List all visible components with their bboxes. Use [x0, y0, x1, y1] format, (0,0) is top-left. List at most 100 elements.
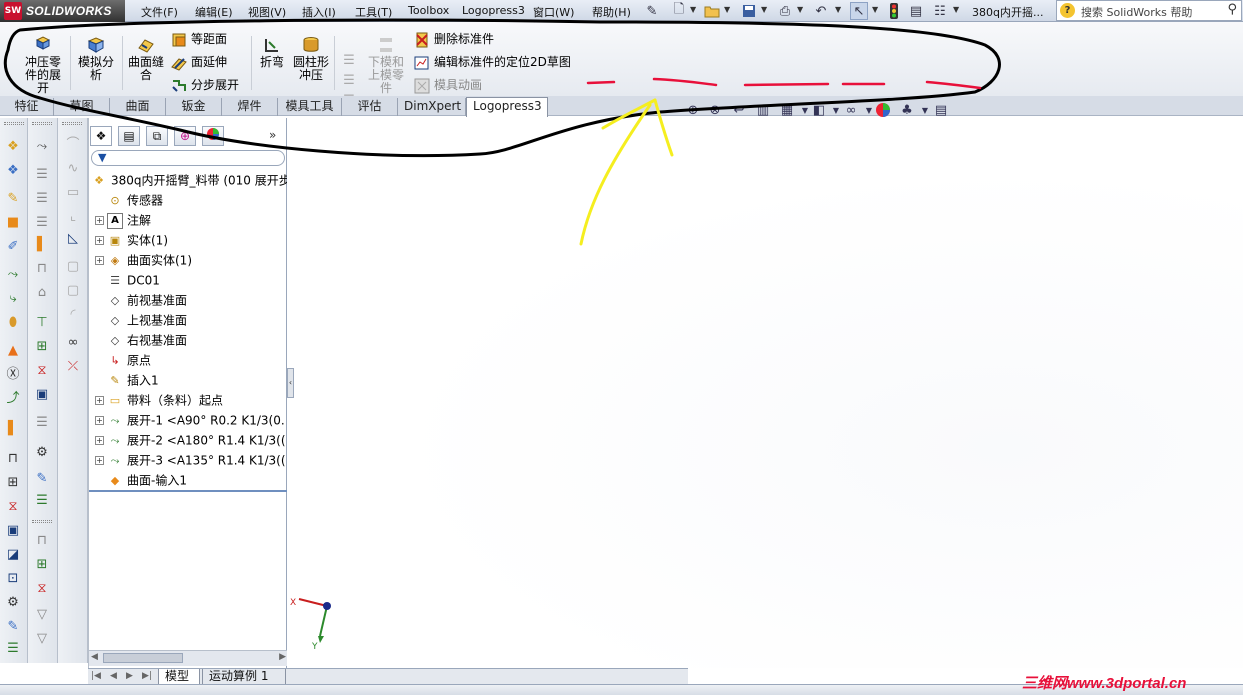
simulation-analysis-button[interactable]: 模拟分 析: [77, 36, 115, 82]
expand-icon[interactable]: +: [95, 216, 104, 225]
delete-standard-part-button[interactable]: 删除标准件: [414, 30, 494, 48]
menu-logopress[interactable]: Logopress3: [462, 4, 525, 17]
form-icon[interactable]: ⌂: [33, 284, 51, 302]
frame-icon[interactable]: ▢: [64, 282, 82, 300]
new-dropdown-icon[interactable]: ▼: [690, 5, 696, 14]
new-document-icon[interactable]: 🗋: [670, 2, 688, 20]
options-dropdown-icon[interactable]: ▼: [953, 5, 959, 14]
tree-item[interactable]: + ◈ 曲面实体(1): [95, 251, 192, 269]
expand-icon[interactable]: +: [95, 236, 104, 245]
options-icon[interactable]: ☷: [931, 2, 949, 20]
tab-nav-prev-icon[interactable]: ◀: [110, 671, 117, 681]
scroll-thumb[interactable]: [103, 653, 183, 663]
menu-help[interactable]: 帮助(H): [592, 4, 631, 20]
tree-item[interactable]: ◇ 上视基准面: [95, 311, 187, 329]
link-icon[interactable]: ∞: [64, 334, 82, 352]
app-logo[interactable]: SW SOLIDWORKS: [0, 0, 125, 22]
menu-window[interactable]: 窗口(W): [533, 4, 574, 20]
tab-nav-next-icon[interactable]: ▶: [126, 671, 133, 681]
tab-dimxpert[interactable]: DimXpert: [398, 98, 466, 116]
step-unfold-button[interactable]: 分步展开: [171, 76, 239, 94]
station-icon[interactable]: ☰: [33, 414, 51, 432]
toolbar-grip[interactable]: [32, 520, 52, 523]
tree-item[interactable]: + ⤳ 展开-2 <A180° R1.4 K1/3((: [95, 431, 286, 449]
upper-lower-die-button[interactable]: 下模和 上模零 件: [366, 36, 406, 95]
tab-logopress3[interactable]: Logopress3: [466, 97, 548, 117]
undo-icon[interactable]: ↶: [812, 2, 830, 20]
save-icon[interactable]: [740, 2, 758, 20]
tab-sketch[interactable]: 草图: [54, 98, 110, 116]
strip-icon[interactable]: ⊞: [33, 338, 51, 356]
tee-icon[interactable]: ⊤: [33, 314, 51, 332]
tab-surfaces[interactable]: 曲面: [110, 98, 166, 116]
flange-icon[interactable]: ▌: [33, 236, 51, 254]
tree-root-part[interactable]: ❖ 380q内开摇臂_料带 (010 展开步: [91, 171, 291, 189]
die-tool-icon[interactable]: ⊓: [4, 450, 22, 468]
funnel-icon[interactable]: ▽: [33, 606, 51, 624]
mold-tool-icon[interactable]: Ⓧ: [4, 366, 22, 384]
ruler-icon[interactable]: ◜: [64, 306, 82, 324]
tab-weldments[interactable]: 焊件: [222, 98, 278, 116]
sketch-tool-icon[interactable]: ▣: [4, 522, 22, 540]
strip-layout-icon[interactable]: ⊞: [33, 556, 51, 574]
menu-file[interactable]: 文件(F): [141, 4, 178, 20]
cone-tool-icon[interactable]: ▲: [4, 342, 22, 360]
box-icon[interactable]: ▭: [64, 184, 82, 202]
break-link-icon[interactable]: ⤫: [64, 358, 82, 376]
offset-tool-icon[interactable]: ■: [4, 214, 22, 232]
help-search-input[interactable]: 搜索 SolidWorks 帮助: [1081, 4, 1192, 20]
sew-tool-icon[interactable]: ✎: [4, 190, 22, 208]
sketch-icon[interactable]: ▣: [33, 386, 51, 404]
punch-icon[interactable]: ⊓: [33, 260, 51, 278]
select-arrow-icon[interactable]: ↖: [850, 2, 868, 20]
list-tool-icon[interactable]: ☰: [4, 640, 22, 658]
print-dropdown-icon[interactable]: ▼: [797, 5, 803, 14]
tree-item[interactable]: + ▣ 实体(1): [95, 231, 168, 249]
graphics-area[interactable]: X Y: [287, 118, 1243, 668]
die-animation-button[interactable]: 模具动画: [414, 76, 482, 94]
display-manager-tab-icon[interactable]: [202, 126, 224, 146]
help-search-box[interactable]: ? 搜索 SolidWorks 帮助 ⚲: [1056, 0, 1242, 21]
die-middle-icon[interactable]: ☰: [340, 72, 358, 90]
tab-sheetmetal[interactable]: 钣金: [166, 98, 222, 116]
simulate-tool-icon[interactable]: ❖: [4, 162, 22, 180]
edit-tool-icon[interactable]: ✎: [4, 618, 22, 636]
tree-item[interactable]: ☰ DC01: [95, 271, 160, 289]
pencil-icon[interactable]: ✎: [33, 470, 51, 488]
feature-manager-scrollbar[interactable]: ◀ ▶: [89, 650, 288, 666]
bend-line-icon[interactable]: ⤳: [33, 138, 51, 156]
menu-tools[interactable]: 工具(T): [355, 4, 392, 20]
save-dropdown-icon[interactable]: ▼: [761, 5, 767, 14]
select-dropdown-icon[interactable]: ▼: [872, 5, 878, 14]
tree-item[interactable]: + ⤳ 展开-3 <A135° R1.4 K1/3((: [95, 451, 286, 469]
analysis-tool-icon[interactable]: ⚙: [4, 594, 22, 612]
menu-toolbox[interactable]: Toolbox: [408, 4, 449, 17]
die-top-icon[interactable]: ☰: [340, 52, 358, 70]
cylindrical-stamp-button[interactable]: 圆柱形 冲压: [291, 36, 331, 82]
flange-tool-icon[interactable]: ▌: [4, 420, 22, 438]
file-properties-icon[interactable]: ▤: [907, 2, 925, 20]
tree-item[interactable]: ✎ 插入1: [95, 371, 158, 389]
menu-insert[interactable]: 插入(I): [302, 4, 336, 20]
tab-evaluate[interactable]: 评估: [342, 98, 398, 116]
expand-icon[interactable]: +: [95, 456, 104, 465]
surface-sew-button[interactable]: 曲面缝 合: [127, 36, 165, 82]
feature-filter-input[interactable]: ▼: [91, 150, 285, 166]
curve-icon[interactable]: ⌒: [64, 136, 82, 154]
menu-view[interactable]: 视图(V): [248, 4, 286, 20]
remove-icon[interactable]: ⧖: [33, 362, 51, 380]
search-icon[interactable]: ⚲: [1227, 2, 1237, 17]
pin-icon[interactable]: ✎: [643, 2, 661, 20]
grid-tool-icon[interactable]: ⊡: [4, 570, 22, 588]
tree-item[interactable]: ◇ 前视基准面: [95, 291, 187, 309]
tree-item[interactable]: + ⤳ 展开-1 <A90° R0.2 K1/3(0.: [95, 411, 285, 429]
tree-item[interactable]: ↳ 原点: [95, 351, 151, 369]
equidistance-surface-button[interactable]: 等距面: [171, 30, 227, 48]
cylinder-tool-icon[interactable]: ⬮: [4, 314, 22, 332]
dimxpert-manager-tab-icon[interactable]: ⊕: [174, 126, 196, 146]
property-manager-tab-icon[interactable]: ▤: [118, 126, 140, 146]
wave-icon[interactable]: ∿: [64, 160, 82, 178]
open-dropdown-icon[interactable]: ▼: [724, 5, 730, 14]
tab-nav-last-icon[interactable]: ▶|: [142, 671, 152, 681]
edit-standard-sketch-button[interactable]: 编辑标准件的定位2D草图: [414, 53, 571, 71]
